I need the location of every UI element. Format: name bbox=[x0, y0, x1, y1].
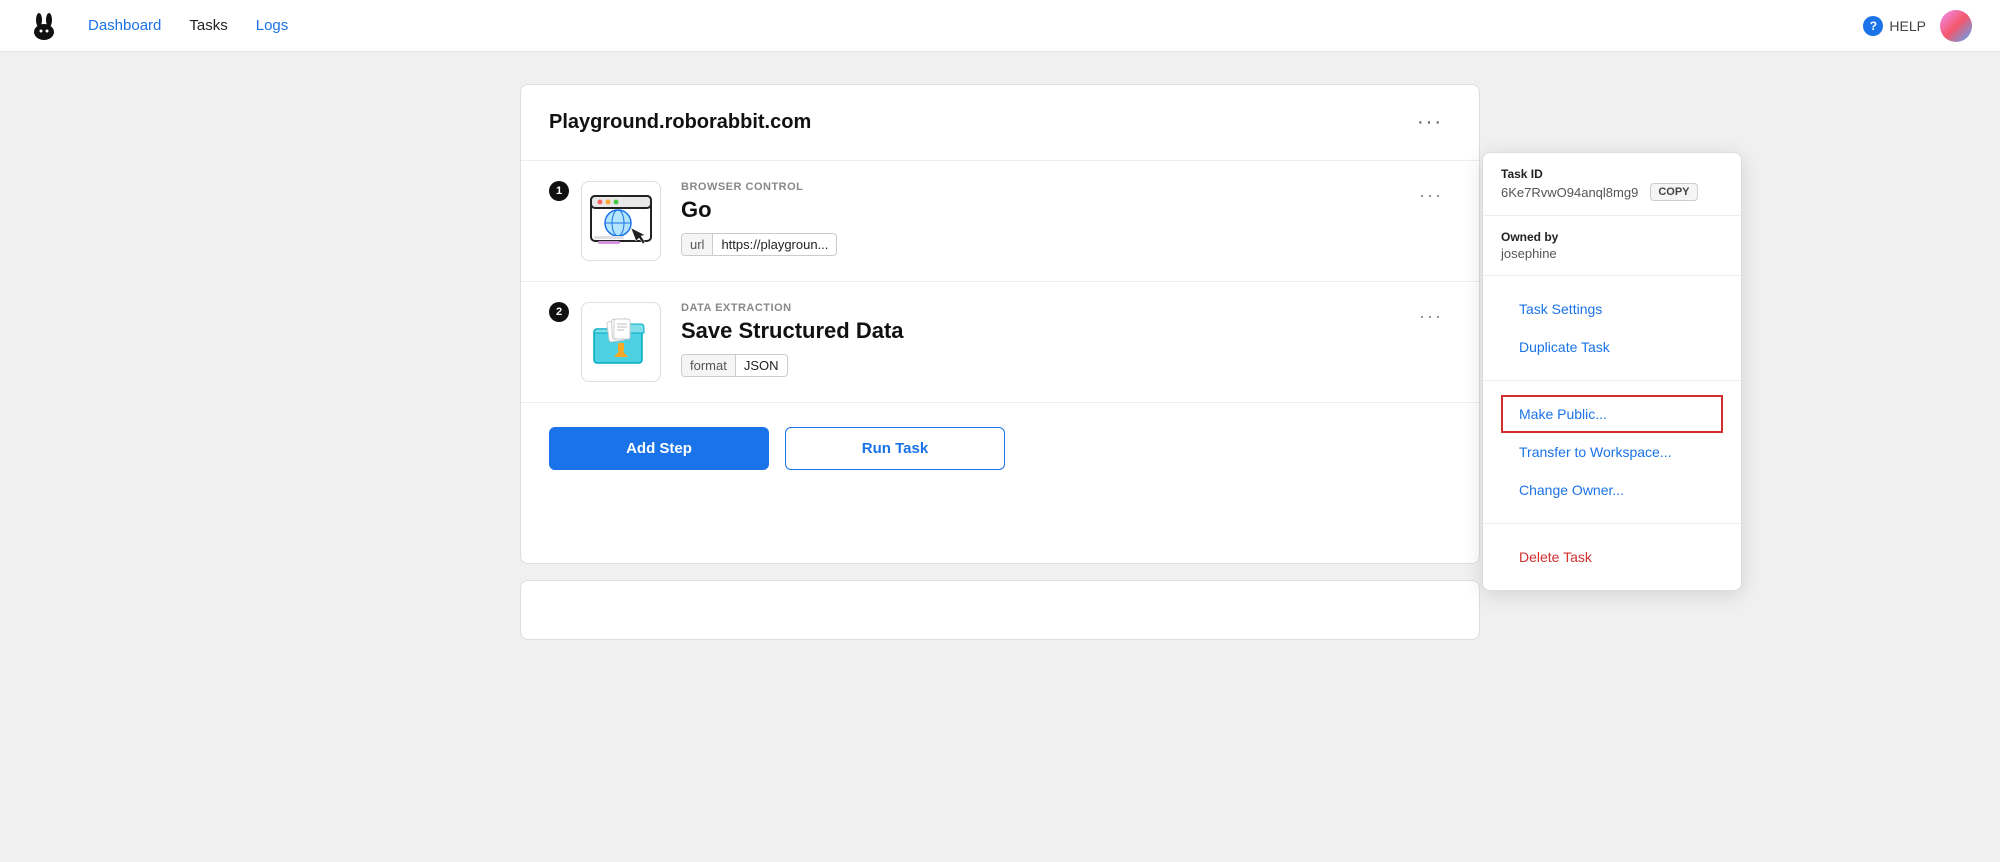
step-category-2: DATA EXTRACTION bbox=[681, 302, 1395, 314]
dropdown-task-id-section: Task ID 6Ke7RvwO94anql8mg9 COPY bbox=[1483, 153, 1741, 216]
step-item-2: 2 bbox=[521, 282, 1479, 402]
task-id-value: 6Ke7RvwO94anql8mg9 bbox=[1501, 185, 1638, 200]
navbar: Dashboard Tasks Logs ? HELP bbox=[0, 0, 2000, 52]
step-details-2: DATA EXTRACTION Save Structured Data for… bbox=[677, 302, 1395, 377]
dropdown-owned-by-section: Owned by josephine bbox=[1483, 216, 1741, 276]
task-title: Playground.roborabbit.com bbox=[549, 111, 811, 134]
nav-dashboard[interactable]: Dashboard bbox=[88, 17, 161, 34]
step-2-more-button[interactable]: ··· bbox=[1411, 302, 1451, 331]
dropdown-actions-section: Task Settings Duplicate Task bbox=[1483, 276, 1741, 381]
step-1-more-button[interactable]: ··· bbox=[1411, 181, 1451, 210]
card-footer: Add Step Run Task bbox=[521, 402, 1479, 494]
help-label: HELP bbox=[1889, 18, 1926, 34]
nav-links: Dashboard Tasks Logs bbox=[88, 17, 288, 34]
dropdown-delete-section: Delete Task bbox=[1483, 524, 1741, 590]
add-step-button[interactable]: Add Step bbox=[549, 427, 769, 470]
param-key-format: format bbox=[682, 355, 736, 376]
make-public-action[interactable]: Make Public... bbox=[1501, 395, 1723, 433]
duplicate-task-action[interactable]: Duplicate Task bbox=[1501, 328, 1723, 366]
change-owner-action[interactable]: Change Owner... bbox=[1501, 471, 1723, 509]
run-task-button[interactable]: Run Task bbox=[785, 427, 1005, 470]
task-settings-action[interactable]: Task Settings bbox=[1501, 290, 1723, 328]
param-val-format: JSON bbox=[736, 355, 787, 376]
transfer-workspace-action[interactable]: Transfer to Workspace... bbox=[1501, 433, 1723, 471]
dropdown-public-section: Make Public... Transfer to Workspace... … bbox=[1483, 381, 1741, 524]
copy-button[interactable]: COPY bbox=[1650, 183, 1697, 201]
steps-list: 1 bbox=[521, 161, 1479, 402]
task-card-header: Playground.roborabbit.com ··· bbox=[521, 85, 1479, 161]
step-icon-go bbox=[581, 181, 661, 261]
step-name-2: Save Structured Data bbox=[681, 318, 1395, 344]
second-card bbox=[520, 580, 1480, 640]
step-details-1: BROWSER CONTROL Go url https://playgroun… bbox=[677, 181, 1395, 256]
task-card: Playground.roborabbit.com ··· 1 bbox=[520, 84, 1480, 564]
task-id-value-row: 6Ke7RvwO94anql8mg9 COPY bbox=[1501, 183, 1723, 201]
navbar-right: ? HELP bbox=[1863, 10, 1972, 42]
step-category-1: BROWSER CONTROL bbox=[681, 181, 1395, 193]
step-name-1: Go bbox=[681, 197, 1395, 223]
logo bbox=[28, 10, 60, 42]
step-item: 1 bbox=[521, 161, 1479, 282]
param-url: url https://playgroun... bbox=[681, 233, 837, 256]
owned-by-label: Owned by bbox=[1501, 230, 1723, 244]
step-icon-save bbox=[581, 302, 661, 382]
help-button[interactable]: ? HELP bbox=[1863, 16, 1926, 36]
dropdown-menu: Task ID 6Ke7RvwO94anql8mg9 COPY Owned by… bbox=[1482, 152, 1742, 591]
task-more-button[interactable]: ··· bbox=[1409, 107, 1451, 138]
step-number-1: 1 bbox=[549, 181, 569, 201]
nav-tasks[interactable]: Tasks bbox=[189, 17, 227, 34]
param-format: format JSON bbox=[681, 354, 788, 377]
avatar[interactable] bbox=[1940, 10, 1972, 42]
delete-task-action[interactable]: Delete Task bbox=[1501, 538, 1723, 576]
nav-logs[interactable]: Logs bbox=[256, 17, 289, 34]
param-val-url: https://playgroun... bbox=[713, 234, 836, 255]
main-content: Playground.roborabbit.com ··· 1 bbox=[0, 52, 2000, 672]
step-params-1: url https://playgroun... bbox=[681, 233, 1395, 256]
task-id-label: Task ID bbox=[1501, 167, 1723, 181]
step-params-2: format JSON bbox=[681, 354, 1395, 377]
param-key-url: url bbox=[682, 234, 713, 255]
step-number-2: 2 bbox=[549, 302, 569, 322]
owned-by-value: josephine bbox=[1501, 246, 1723, 261]
help-icon: ? bbox=[1863, 16, 1883, 36]
